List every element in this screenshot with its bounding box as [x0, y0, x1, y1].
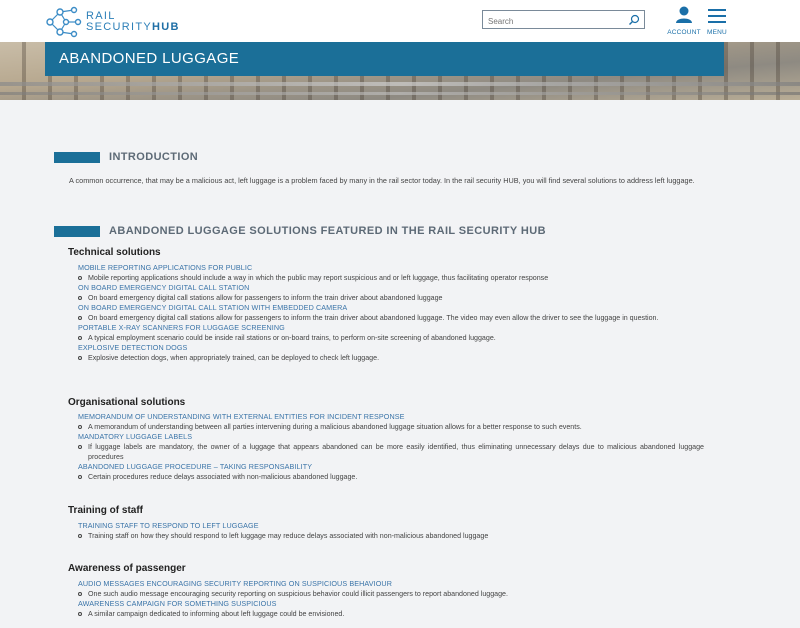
- page-title: ABANDONED LUGGAGE: [59, 50, 240, 67]
- solution-link[interactable]: TRAINING STAFF TO RESPOND TO LEFT LUGGAG…: [78, 521, 704, 531]
- bullet-icon: [78, 276, 82, 280]
- solution-description-text: Mobile reporting applications should inc…: [88, 274, 549, 282]
- list-item: MANDATORY LUGGAGE LABELS If luggage labe…: [78, 432, 704, 462]
- logo-hub: HUB: [152, 21, 180, 33]
- solution-description: A memorandum of understanding between al…: [78, 422, 704, 432]
- solution-link[interactable]: AWARENESS CAMPAIGN FOR SOMETHING SUSPICI…: [78, 599, 704, 609]
- network-logo-icon: [46, 6, 82, 38]
- site-header: RAIL SECURITYHUB ACCOUNT MENU: [0, 0, 800, 42]
- bullet-icon: [78, 445, 82, 449]
- solution-description: Training staff on how they should respon…: [78, 531, 704, 541]
- search-input[interactable]: [483, 13, 623, 30]
- bullet-icon: [78, 296, 82, 300]
- bullet-icon: [78, 356, 82, 360]
- rail-track: [0, 82, 800, 86]
- list-item: ON BOARD EMERGENCY DIGITAL CALL STATION …: [78, 303, 704, 323]
- list-item: AWARENESS CAMPAIGN FOR SOMETHING SUSPICI…: [78, 599, 704, 619]
- solution-link[interactable]: AUDIO MESSAGES ENCOURAGING SECURITY REPO…: [78, 579, 704, 589]
- solution-description: A typical employment scenario could be i…: [78, 333, 704, 343]
- solution-link[interactable]: MOBILE REPORTING APPLICATIONS FOR PUBLIC: [78, 263, 704, 273]
- solution-link[interactable]: ON BOARD EMERGENCY DIGITAL CALL STATION: [78, 283, 704, 293]
- page-title-bar: ABANDONED LUGGAGE: [45, 42, 724, 76]
- solution-link[interactable]: EXPLOSIVE DETECTION DOGS: [78, 343, 704, 353]
- list-item: AUDIO MESSAGES ENCOURAGING SECURITY REPO…: [78, 579, 704, 599]
- solution-description: On board emergency digital call stations…: [78, 313, 704, 323]
- solution-description: Explosive detection dogs, when appropria…: [78, 353, 704, 363]
- list-item: PORTABLE X-RAY SCANNERS FOR LUGGAGE SCRE…: [78, 323, 704, 343]
- user-icon: [676, 6, 692, 23]
- logo-security: SECURITY: [86, 21, 153, 33]
- solution-description-text: Certain procedures reduce delays associa…: [88, 473, 358, 481]
- account-label: ACCOUNT: [667, 29, 701, 36]
- solution-description-text: On board emergency digital call stations…: [88, 314, 659, 322]
- solution-description-text: One such audio message encouraging secur…: [88, 590, 508, 598]
- search-box: [482, 10, 645, 31]
- solution-description: Mobile reporting applications should inc…: [78, 273, 704, 283]
- solution-description-text: A memorandum of understanding between al…: [88, 423, 582, 431]
- solution-description-text: If luggage labels are mandatory, the own…: [88, 443, 704, 461]
- hamburger-menu-icon: [708, 9, 726, 23]
- search-icon[interactable]: [628, 13, 640, 31]
- bullet-icon: [78, 475, 82, 479]
- training-solutions-list: TRAINING STAFF TO RESPOND TO LEFT LUGGAG…: [78, 521, 704, 541]
- list-item: MOBILE REPORTING APPLICATIONS FOR PUBLIC…: [78, 263, 704, 283]
- bullet-icon: [78, 534, 82, 538]
- solution-description: Certain procedures reduce delays associa…: [78, 472, 704, 482]
- solution-description-text: Explosive detection dogs, when appropria…: [88, 354, 380, 362]
- section-accent-bar: [54, 226, 100, 237]
- solution-description: If luggage labels are mandatory, the own…: [78, 442, 704, 462]
- main-content: INTRODUCTION A common occurrence, that m…: [0, 100, 800, 628]
- account-button[interactable]: ACCOUNT: [666, 6, 702, 36]
- group-title-technical: Technical solutions: [68, 247, 161, 258]
- list-item: MEMORANDUM OF UNDERSTANDING WITH EXTERNA…: [78, 412, 704, 432]
- bullet-icon: [78, 592, 82, 596]
- bullet-icon: [78, 612, 82, 616]
- bullet-icon: [78, 316, 82, 320]
- logo-text: RAIL SECURITYHUB: [86, 11, 180, 33]
- solution-description: One such audio message encouraging secur…: [78, 589, 704, 599]
- solution-description: On board emergency digital call stations…: [78, 293, 704, 303]
- solution-link[interactable]: ON BOARD EMERGENCY DIGITAL CALL STATION …: [78, 303, 704, 313]
- solution-description-text: Training staff on how they should respon…: [88, 532, 489, 540]
- awareness-solutions-list: AUDIO MESSAGES ENCOURAGING SECURITY REPO…: [78, 579, 704, 619]
- bullet-icon: [78, 336, 82, 340]
- list-item: TRAINING STAFF TO RESPOND TO LEFT LUGGAG…: [78, 521, 704, 541]
- group-title-awareness: Awareness of passenger: [68, 563, 186, 574]
- section-accent-bar: [54, 152, 100, 163]
- list-item: EXPLOSIVE DETECTION DOGS Explosive detec…: [78, 343, 704, 363]
- group-title-organisational: Organisational solutions: [68, 397, 186, 408]
- group-title-training: Training of staff: [68, 505, 143, 516]
- organisational-solutions-list: MEMORANDUM OF UNDERSTANDING WITH EXTERNA…: [78, 412, 704, 482]
- solution-link[interactable]: MEMORANDUM OF UNDERSTANDING WITH EXTERNA…: [78, 412, 704, 422]
- intro-text: A common occurrence, that may be a malic…: [69, 176, 695, 185]
- list-item: ABANDONED LUGGAGE PROCEDURE – TAKING RES…: [78, 462, 704, 482]
- menu-label: MENU: [707, 29, 727, 36]
- solutions-heading: ABANDONED LUGGAGE SOLUTIONS FEATURED IN …: [109, 225, 546, 237]
- technical-solutions-list: MOBILE REPORTING APPLICATIONS FOR PUBLIC…: [78, 263, 704, 363]
- intro-heading: INTRODUCTION: [109, 151, 199, 163]
- rail-track: [0, 92, 800, 95]
- solution-description-text: A similar campaign dedicated to informin…: [88, 610, 345, 618]
- solution-link[interactable]: ABANDONED LUGGAGE PROCEDURE – TAKING RES…: [78, 462, 704, 472]
- bullet-icon: [78, 425, 82, 429]
- solution-link[interactable]: MANDATORY LUGGAGE LABELS: [78, 432, 704, 442]
- solution-link[interactable]: PORTABLE X-RAY SCANNERS FOR LUGGAGE SCRE…: [78, 323, 704, 333]
- solution-description: A similar campaign dedicated to informin…: [78, 609, 704, 619]
- menu-button[interactable]: MENU: [704, 9, 730, 36]
- logo-line-2: SECURITYHUB: [86, 22, 180, 33]
- solution-description-text: On board emergency digital call stations…: [88, 294, 443, 302]
- list-item: ON BOARD EMERGENCY DIGITAL CALL STATION …: [78, 283, 704, 303]
- logo[interactable]: RAIL SECURITYHUB: [44, 5, 194, 39]
- solution-description-text: A typical employment scenario could be i…: [88, 334, 496, 342]
